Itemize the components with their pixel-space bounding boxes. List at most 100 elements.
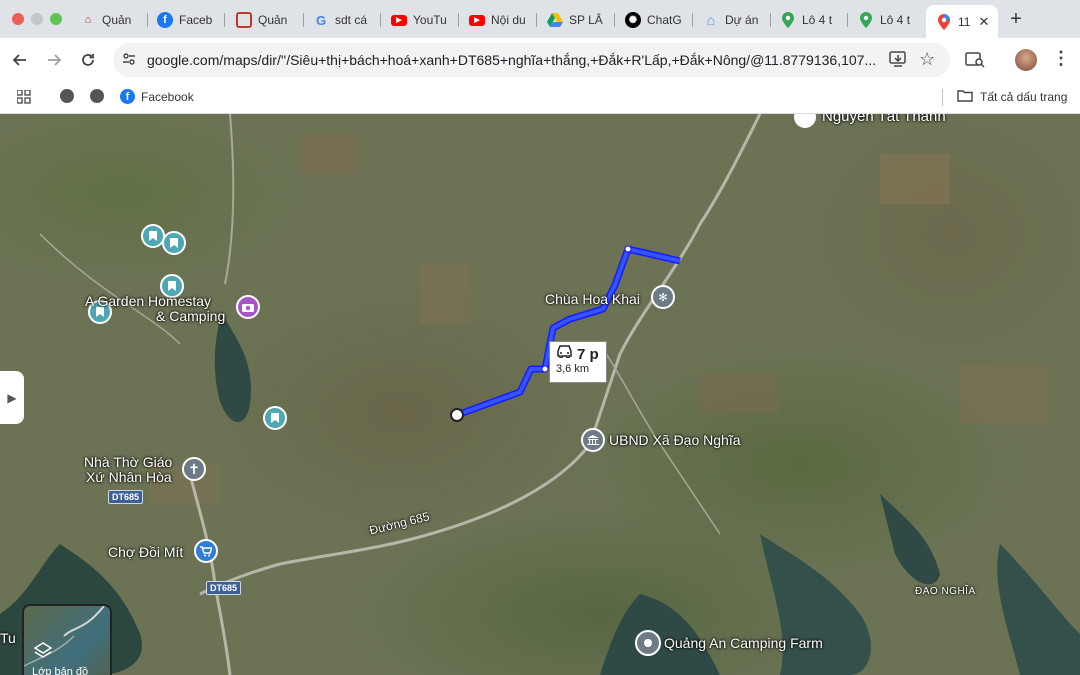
- facebook-icon: f: [157, 12, 173, 28]
- tab[interactable]: f Faceb: [157, 6, 225, 34]
- tab-label: Dự án: [725, 13, 759, 27]
- star-icon[interactable]: ☆: [919, 49, 935, 70]
- tab[interactable]: ✺ ChatG: [625, 6, 693, 34]
- tab-label: ChatG: [647, 13, 682, 27]
- car-icon: [556, 345, 573, 363]
- drive-icon: [547, 12, 563, 28]
- government-icon[interactable]: [581, 428, 605, 452]
- tab-active[interactable]: 11 ✕: [926, 5, 998, 38]
- label-ubnd[interactable]: UBND Xã Đạo Nghĩa: [609, 432, 741, 448]
- bookmark-facebook[interactable]: f Facebook: [120, 89, 194, 104]
- house-icon: ⌂: [84, 14, 92, 26]
- route-info-box[interactable]: 7 p 3,6 km: [549, 341, 607, 383]
- label-quang-an[interactable]: Quảng An Camping Farm: [664, 635, 823, 651]
- youtube-icon: ▶: [391, 14, 407, 26]
- site-settings-icon[interactable]: [121, 51, 137, 72]
- menu-icon[interactable]: ⋮: [1052, 48, 1070, 69]
- label-nha-tho-2[interactable]: Xứ Nhân Hòa: [86, 469, 172, 485]
- tab[interactable]: Quản: [236, 6, 304, 34]
- house-icon: ⌂: [706, 12, 716, 28]
- tab[interactable]: G sdt cá: [313, 6, 381, 34]
- folder-icon: [957, 89, 973, 105]
- tab[interactable]: ▶ Nội du: [469, 6, 537, 34]
- maps-icon: [936, 13, 952, 30]
- arrow-right-icon: [48, 54, 62, 66]
- minimize-window-button[interactable]: [31, 13, 43, 25]
- bookmark-item[interactable]: [60, 89, 74, 103]
- shopping-cart-icon[interactable]: [194, 539, 218, 563]
- maps-icon: [858, 12, 874, 28]
- tab-label: SP LÂ: [569, 13, 603, 27]
- tab[interactable]: ⌂ Dự án: [703, 6, 771, 34]
- tab-label: YouTu: [413, 13, 447, 27]
- layers-thumbnail: [24, 606, 105, 667]
- url-text: google.com/maps/dir/''/Siêu+thị+bách+hoá…: [147, 52, 877, 68]
- church-icon[interactable]: ✝: [182, 457, 206, 481]
- layers-button[interactable]: Lớp bản đồ: [22, 604, 112, 675]
- close-tab-icon[interactable]: ✕: [978, 14, 989, 30]
- map-view[interactable]: Nguyễn Tất Thành A Garden Homestay & Cam…: [0, 114, 1080, 675]
- route-time: 7 p: [577, 345, 599, 363]
- back-button[interactable]: [8, 48, 32, 72]
- maps-icon: [780, 12, 796, 28]
- forward-button[interactable]: [42, 48, 66, 72]
- address-bar[interactable]: google.com/maps/dir/''/Siêu+thị+bách+hoá…: [113, 43, 950, 77]
- tab-label: Quản: [102, 13, 132, 27]
- bookmark-icon: [149, 231, 157, 241]
- tab[interactable]: SP LÂ: [547, 6, 615, 34]
- layers-label: Lớp bản đồ: [32, 666, 89, 675]
- tab[interactable]: Lô 4 t: [780, 6, 848, 34]
- search-tabs-icon[interactable]: [965, 51, 985, 74]
- tab-label: sdt cá: [335, 13, 368, 27]
- label-dao-nghia: ĐẠO NGHĨA: [915, 586, 976, 597]
- temple-icon[interactable]: ✻: [651, 285, 675, 309]
- close-window-button[interactable]: [12, 13, 24, 25]
- tab[interactable]: ⌂ Quản: [80, 6, 148, 34]
- tab-label: Nội du: [491, 13, 526, 27]
- road-badge: DT685: [108, 490, 144, 504]
- tab[interactable]: ▶ YouTu: [391, 6, 459, 34]
- chevron-right-icon: ▶: [7, 390, 17, 405]
- bookmark-item[interactable]: [90, 89, 104, 103]
- facebook-icon: f: [120, 89, 135, 104]
- tab-label: 11: [958, 14, 971, 29]
- chatgpt-icon: ✺: [625, 12, 641, 28]
- reload-icon: [82, 54, 94, 66]
- tab[interactable]: Lô 4 t: [858, 6, 926, 34]
- bookmarks-bar: f Facebook Tất cả dấu trang: [0, 82, 1080, 114]
- route-distance: 3,6 km: [556, 363, 590, 375]
- youtube-icon: ▶: [469, 14, 485, 26]
- tab-label: Quản: [258, 13, 288, 27]
- reload-button[interactable]: [76, 48, 100, 72]
- expand-sidebar-button[interactable]: ▶: [0, 371, 24, 424]
- globe-icon: [90, 89, 104, 103]
- camera-icon[interactable]: [236, 295, 260, 319]
- tab-label: Lô 4 t: [802, 13, 833, 27]
- divider: [942, 89, 943, 106]
- all-bookmarks-label: Tất cả dấu trang: [980, 90, 1068, 104]
- tab-label: Faceb: [179, 13, 213, 27]
- label-tu: Tu: [0, 630, 16, 646]
- arrow-left-icon: [12, 54, 26, 66]
- map-pin-icon[interactable]: [635, 630, 661, 656]
- all-bookmarks-button[interactable]: Tất cả dấu trang: [957, 89, 1067, 105]
- label-homestay-2[interactable]: & Camping: [156, 308, 225, 324]
- tab-label: Lô 4 t: [880, 13, 911, 27]
- toolbar: google.com/maps/dir/''/Siêu+thị+bách+hoá…: [0, 38, 1080, 82]
- new-tab-button[interactable]: +: [1006, 8, 1026, 31]
- label-nha-tho-1[interactable]: Nhà Thờ Giáo: [84, 454, 172, 470]
- road-badge: DT685: [206, 581, 242, 595]
- saved-place-pin[interactable]: [162, 231, 186, 255]
- avatar[interactable]: [1015, 49, 1037, 71]
- maximize-window-button[interactable]: [50, 13, 62, 25]
- saved-place-pin[interactable]: [263, 406, 287, 430]
- google-icon: G: [315, 12, 327, 28]
- label-homestay[interactable]: A Garden Homestay: [85, 293, 211, 309]
- apps-icon[interactable]: [17, 90, 31, 104]
- bookmark-label: Facebook: [141, 89, 194, 104]
- window-icon: [236, 12, 252, 28]
- label-chua-hoa-khai[interactable]: Chùa Hoa Khai: [545, 291, 640, 307]
- label-nguyen-tat-thanh[interactable]: Nguyễn Tất Thành: [822, 114, 946, 125]
- install-app-icon[interactable]: [889, 51, 907, 72]
- label-cho-doi-mit[interactable]: Chợ Đồi Mít: [108, 544, 183, 560]
